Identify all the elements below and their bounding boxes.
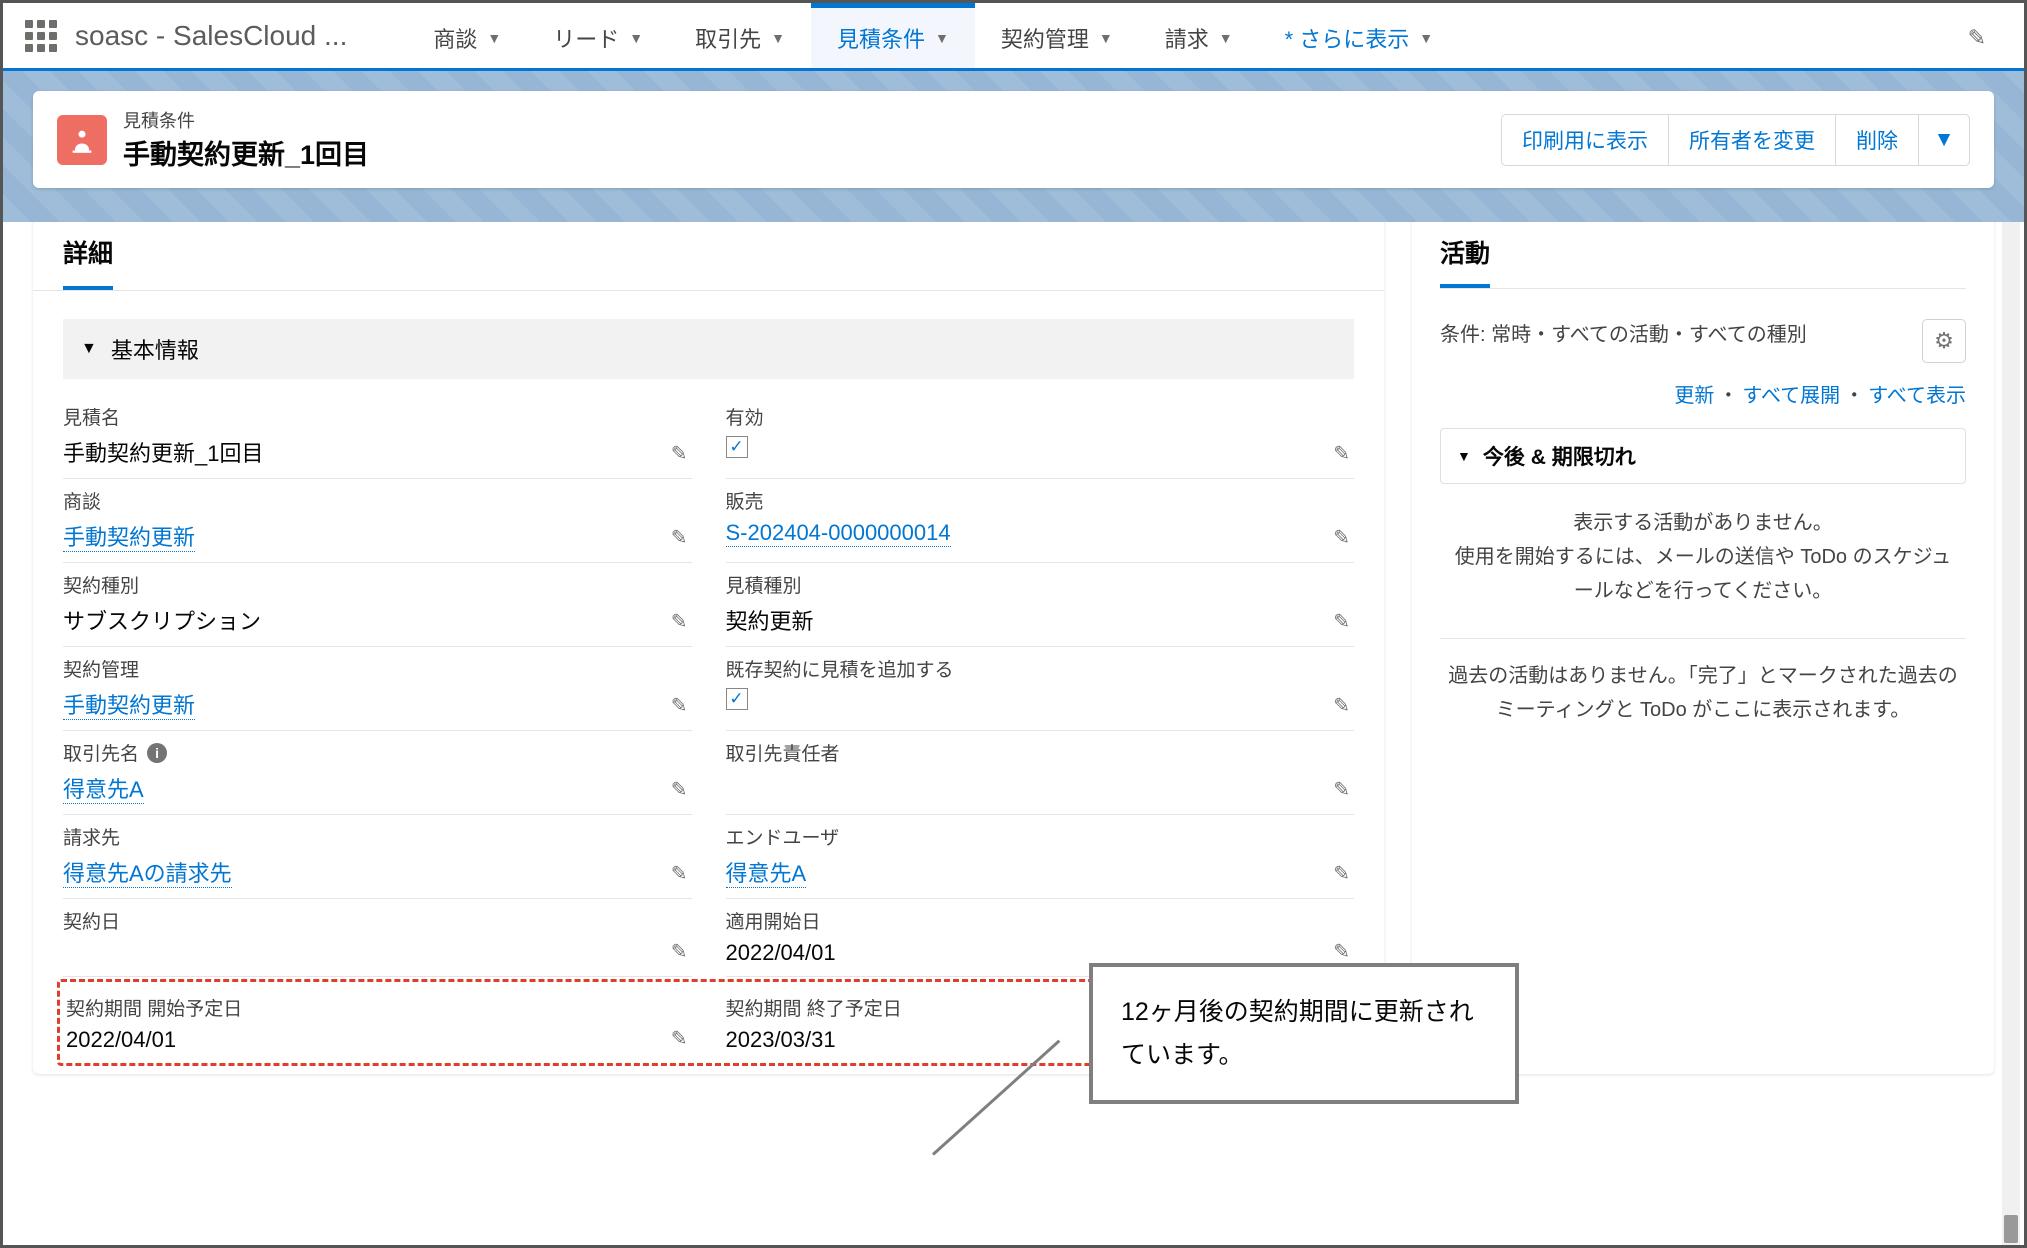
field-billing: 請求先 得意先Aの請求先 ✎	[63, 815, 692, 899]
nav-item-quote[interactable]: 見積条件▼	[811, 3, 975, 68]
edit-icon[interactable]: ✎	[671, 939, 688, 964]
edit-icon[interactable]: ✎	[671, 525, 688, 550]
record-actions: 印刷用に表示 所有者を変更 削除 ▼	[1501, 114, 1970, 166]
edit-icon[interactable]: ✎	[1333, 525, 1350, 550]
tab-activity[interactable]: 活動	[1440, 234, 1490, 288]
edit-icon[interactable]: ✎	[1333, 693, 1350, 718]
detail-panel: 詳細 ▼ 基本情報 見積名 手動契約更新_1回目 ✎ 有効 ✓ ✎	[33, 210, 1384, 1074]
app-name: soasc - SalesCloud ...	[75, 20, 347, 52]
edit-icon[interactable]: ✎	[1333, 939, 1350, 964]
field-quote-name: 見積名 手動契約更新_1回目 ✎	[63, 395, 692, 479]
edit-icon[interactable]: ✎	[1333, 609, 1350, 634]
edit-icon[interactable]: ✎	[671, 777, 688, 802]
global-nav: soasc - SalesCloud ... 商談▼ リード▼ 取引先▼ 見積条…	[3, 3, 2024, 71]
chevron-down-icon[interactable]: ▼	[771, 30, 785, 46]
edit-icon[interactable]: ✎	[671, 441, 688, 466]
link-enduser[interactable]: 得意先A	[726, 861, 807, 888]
activity-panel: 活動 条件: 常時・すべての活動・すべての種別 ⚙ 更新・すべて展開・すべて表示…	[1412, 210, 1994, 1074]
section-basic-label: 基本情報	[111, 333, 199, 365]
nav-item-account[interactable]: 取引先▼	[669, 3, 811, 68]
activity-links: 更新・すべて展開・すべて表示	[1440, 379, 1966, 408]
edit-icon[interactable]: ✎	[1333, 777, 1350, 802]
checkbox-add-existing: ✓	[726, 688, 748, 710]
past-activity-msg: 過去の活動はありません。「完了」とマークされた過去のミーティングと ToDo が…	[1440, 659, 1966, 727]
activity-filter-text: 条件: 常時・すべての活動・すべての種別	[1440, 319, 1807, 351]
nav-item-opportunity[interactable]: 商談▼	[407, 3, 527, 68]
chevron-down-icon[interactable]: ▼	[629, 30, 643, 46]
edit-icon[interactable]: ✎	[671, 861, 688, 886]
nav-item-more[interactable]: * さらに表示▼	[1259, 3, 1460, 68]
edit-icon[interactable]: ✎	[1333, 441, 1350, 466]
record-header-band: 見積条件 手動契約更新_1回目 印刷用に表示 所有者を変更 削除 ▼	[3, 71, 2024, 222]
nav-item-lead[interactable]: リード▼	[527, 3, 669, 68]
link-opportunity[interactable]: 手動契約更新	[63, 525, 195, 552]
field-valid: 有効 ✓ ✎	[726, 395, 1355, 479]
field-contract-mgmt: 契約管理 手動契約更新 ✎	[63, 647, 692, 731]
edit-nav-icon[interactable]: ✎	[1968, 25, 1986, 51]
link-expand-all[interactable]: すべて展開	[1742, 385, 1840, 407]
field-quote-type: 見積種別 契約更新 ✎	[726, 563, 1355, 647]
link-account[interactable]: 得意先A	[63, 777, 144, 804]
link-contract-mgmt[interactable]: 手動契約更新	[63, 693, 195, 720]
section-upcoming[interactable]: ▼ 今後 & 期限切れ	[1440, 428, 1966, 484]
chevron-down-icon[interactable]: ▼	[487, 30, 501, 46]
tab-detail[interactable]: 詳細	[63, 234, 113, 290]
info-icon[interactable]: i	[147, 743, 167, 763]
field-period-start: 契約期間 開始予定日 2022/04/01 ✎	[66, 986, 692, 1063]
field-opportunity: 商談 手動契約更新 ✎	[63, 479, 692, 563]
delete-button[interactable]: 削除	[1835, 114, 1918, 166]
nav-item-contract[interactable]: 契約管理▼	[975, 3, 1139, 68]
edit-icon[interactable]: ✎	[671, 609, 688, 634]
chevron-down-icon: ▼	[1934, 128, 1955, 152]
app-launcher-icon[interactable]	[21, 16, 61, 56]
no-upcoming-msg: 表示する活動がありません。 使用を開始するには、メールの送信や ToDo のスケ…	[1440, 502, 1966, 628]
chevron-down-icon: ▼	[1457, 448, 1471, 464]
link-refresh[interactable]: 更新	[1674, 385, 1714, 407]
record-object-label: 見積条件	[123, 107, 369, 133]
link-show-all[interactable]: すべて表示	[1868, 385, 1966, 407]
record-type-icon	[57, 115, 107, 165]
edit-icon[interactable]: ✎	[671, 693, 688, 718]
chevron-down-icon[interactable]: ▼	[1219, 30, 1233, 46]
field-account: 取引先名i 得意先A ✎	[63, 731, 692, 815]
print-button[interactable]: 印刷用に表示	[1501, 114, 1668, 166]
nav-item-billing[interactable]: 請求▼	[1139, 3, 1259, 68]
record-title: 手動契約更新_1回目	[123, 133, 369, 172]
chevron-down-icon[interactable]: ▼	[1099, 30, 1113, 46]
edit-icon[interactable]: ✎	[1333, 861, 1350, 886]
field-contact: 取引先責任者 ✎	[726, 731, 1355, 815]
field-contract-date: 契約日 ✎	[63, 899, 692, 977]
record-header: 見積条件 手動契約更新_1回目 印刷用に表示 所有者を変更 削除 ▼	[33, 91, 1994, 188]
field-contract-type: 契約種別 サブスクリプション ✎	[63, 563, 692, 647]
activity-settings-button[interactable]: ⚙	[1922, 319, 1966, 363]
field-enduser: エンドユーザ 得意先A ✎	[726, 815, 1355, 899]
scrollbar-thumb-bottom[interactable]	[2004, 1215, 2018, 1243]
field-sales: 販売 S-202404-0000000014 ✎	[726, 479, 1355, 563]
field-add-existing: 既存契約に見積を追加する ✓ ✎	[726, 647, 1355, 731]
chevron-down-icon[interactable]: ▼	[1419, 30, 1433, 46]
gear-icon: ⚙	[1934, 328, 1954, 354]
section-basic-info[interactable]: ▼ 基本情報	[63, 319, 1354, 379]
edit-icon[interactable]: ✎	[671, 1026, 688, 1051]
annotation-callout: 12ヶ月後の契約期間に更新されています。	[1089, 963, 1519, 1104]
chevron-down-icon: ▼	[81, 340, 97, 358]
checkbox-valid: ✓	[726, 436, 748, 458]
link-sales[interactable]: S-202404-0000000014	[726, 520, 951, 547]
link-billing[interactable]: 得意先Aの請求先	[63, 861, 232, 888]
more-actions-button[interactable]: ▼	[1918, 114, 1970, 166]
chevron-down-icon[interactable]: ▼	[935, 30, 949, 46]
change-owner-button[interactable]: 所有者を変更	[1668, 114, 1835, 166]
